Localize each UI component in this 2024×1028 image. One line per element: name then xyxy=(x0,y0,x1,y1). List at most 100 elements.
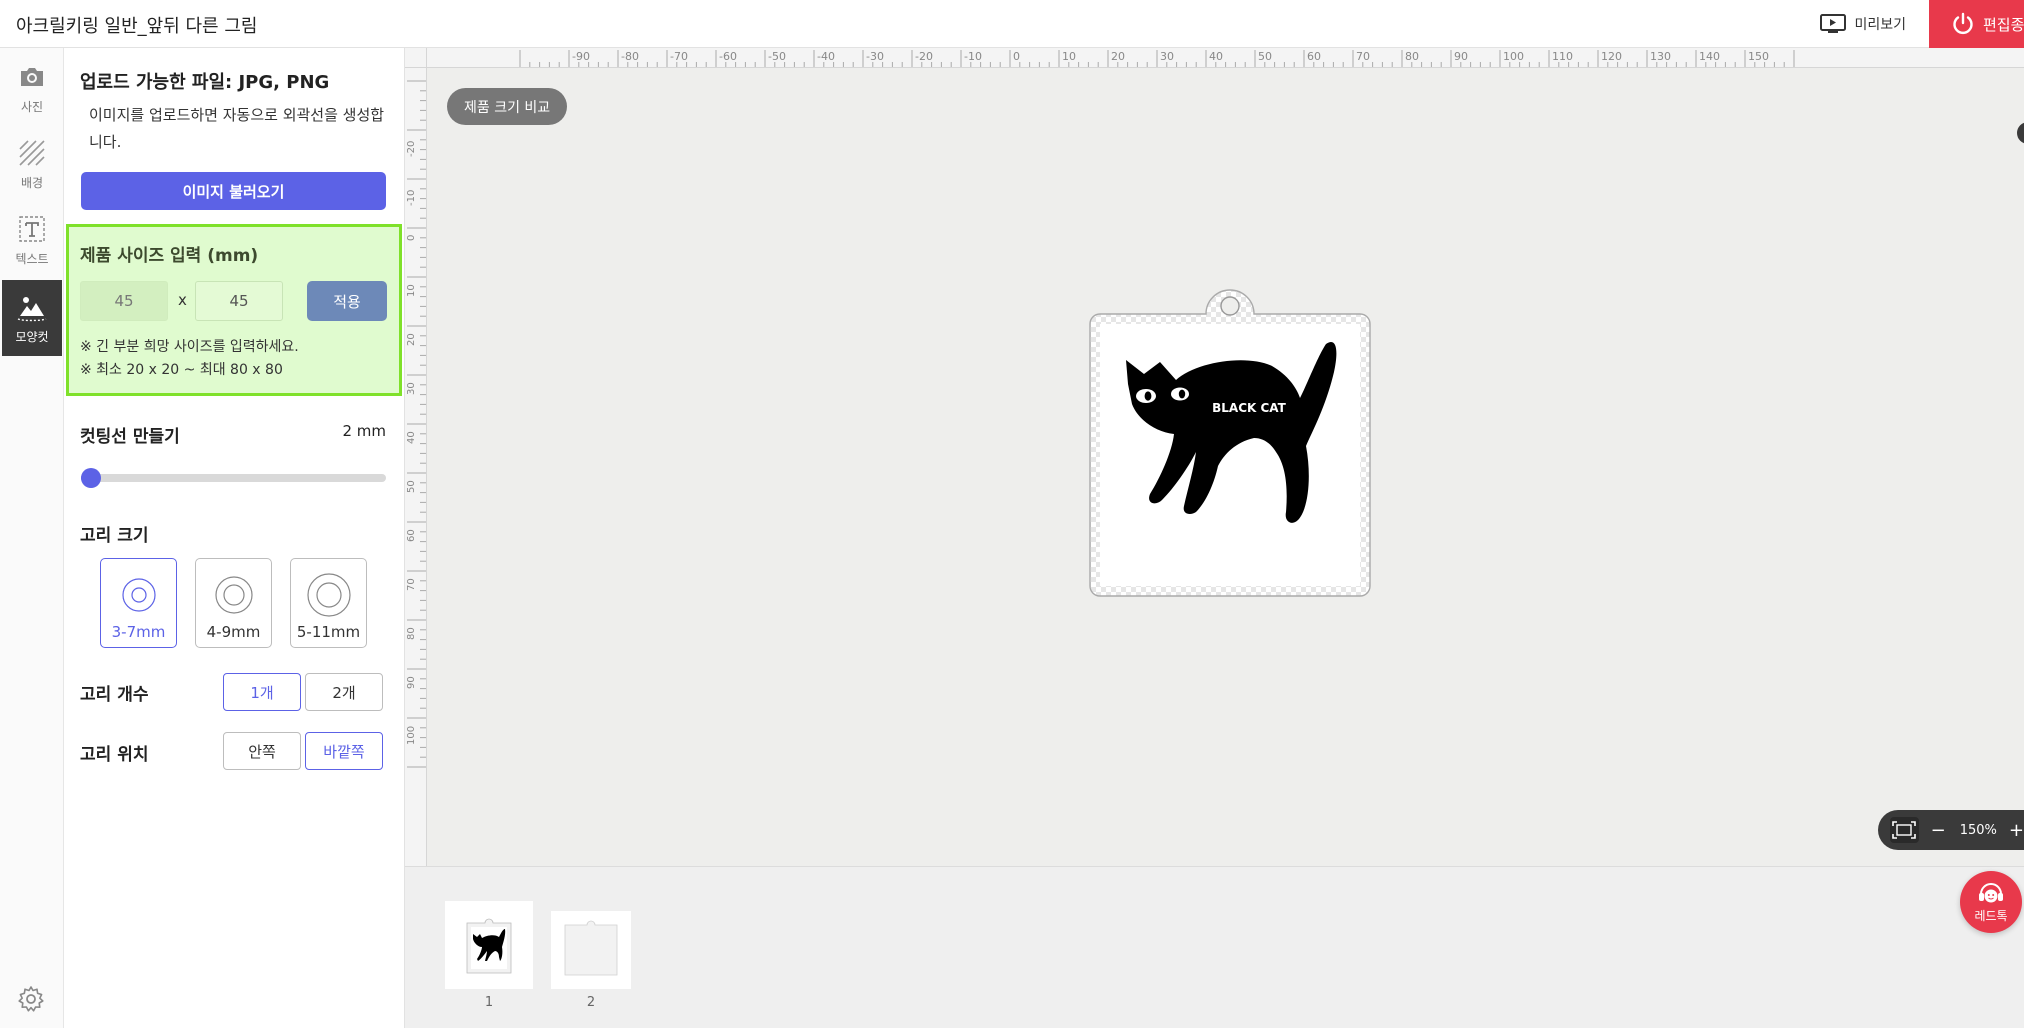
fit-screen-button[interactable] xyxy=(1890,817,1919,843)
ring-size-option-medium[interactable]: 4-9mm xyxy=(195,558,272,648)
rail-item-background[interactable]: 배경 xyxy=(0,126,64,202)
size-note-2: ※ 최소 20 x 20 ~ 최대 80 x 80 xyxy=(80,362,283,378)
shape-cut-icon xyxy=(17,296,47,321)
exit-edit-label: 편집종료 xyxy=(1983,15,2024,34)
ruler-label: 40 xyxy=(1209,50,1223,63)
ruler-label: 60 xyxy=(1307,50,1321,63)
camera-icon xyxy=(21,67,43,86)
ruler-label: 110 xyxy=(1552,50,1573,63)
preview-label: 미리보기 xyxy=(1854,17,1906,33)
cutline-slider-thumb[interactable] xyxy=(81,468,101,488)
app-header: 아크릴키링 일반_앞뒤 다른 그림 미리보기 편집종료 xyxy=(0,0,2024,48)
ruler-label: -20 xyxy=(915,50,933,63)
upload-description: 이미지를 업로드하면 자동으로 외곽선을 생성합니다. xyxy=(89,106,385,151)
gear-icon[interactable] xyxy=(16,984,46,1014)
product-size-section: 제품 사이즈 입력 (mm) 45 x 45 적용 ※ 긴 부분 희망 사이즈를… xyxy=(66,224,402,396)
ruler-label: 60 xyxy=(406,529,417,542)
ruler-label: 90 xyxy=(406,676,417,689)
size-separator: x xyxy=(178,291,187,309)
ruler-label: 70 xyxy=(1356,50,1370,63)
width-input[interactable]: 45 xyxy=(80,281,168,321)
rail-item-photo[interactable]: 사진 xyxy=(0,50,64,126)
ruler-label: 120 xyxy=(1601,50,1622,63)
ruler-label: 30 xyxy=(1160,50,1174,63)
ruler-label: 30 xyxy=(406,382,417,395)
ruler-label: -20 xyxy=(406,140,417,157)
ruler-label: 50 xyxy=(406,480,417,493)
ring-size-label: 3-7mm xyxy=(111,623,166,641)
size-title: 제품 사이즈 입력 (mm) xyxy=(80,246,259,266)
zoom-in-button[interactable]: + xyxy=(2009,820,2024,841)
ring-size-option-large[interactable]: 5-11mm xyxy=(290,558,367,648)
ruler-label: -30 xyxy=(866,50,884,63)
rail-item-shape-cut[interactable]: 모양컷 xyxy=(2,280,62,356)
zoom-level: 150% xyxy=(1959,822,1997,838)
power-icon xyxy=(1953,12,1973,35)
ruler-label: -10 xyxy=(964,50,982,63)
rail-item-label: 배경 xyxy=(20,175,44,190)
ring-count-two-button[interactable]: 2개 xyxy=(305,673,383,711)
size-note-1: ※ 긴 부분 희망 사이즈를 입력하세요. xyxy=(80,339,299,355)
ruler-label: 20 xyxy=(1111,50,1125,63)
ruler-corner xyxy=(405,48,427,68)
ruler-label: -90 xyxy=(572,50,590,63)
ring-position-title: 고리 위치 xyxy=(80,745,149,765)
text-box-icon xyxy=(19,215,45,242)
fit-screen-icon xyxy=(1892,821,1917,839)
document-title: 아크릴키링 일반_앞뒤 다른 그림 xyxy=(16,16,258,37)
ruler-label: -40 xyxy=(817,50,835,63)
ruler-label: 20 xyxy=(406,333,417,346)
ruler-label: 100 xyxy=(1503,50,1524,63)
cutline-slider[interactable] xyxy=(81,468,386,488)
ring-size-option-small[interactable]: 3-7mm xyxy=(100,558,177,648)
cat-label: BLACK CAT xyxy=(1212,401,1287,415)
ring-count-one-button[interactable]: 1개 xyxy=(223,673,301,711)
compare-size-button[interactable]: 제품 크기 비교 xyxy=(447,88,568,125)
preview-button[interactable]: 미리보기 xyxy=(1820,10,1906,38)
cutline-title: 컷팅선 만들기 xyxy=(80,427,180,447)
keyring-artwork[interactable]: BLACK CAT xyxy=(1086,282,1374,600)
vertical-ruler: -20 -10 0 10 20 30 40 50 60 70 80 90 100 xyxy=(405,48,427,866)
page-1-preview xyxy=(466,918,512,974)
shape-cut-panel: 업로드 가능한 파일: JPG, PNG 이미지를 업로드하면 자동으로 외곽선… xyxy=(64,48,405,1028)
rail-item-label: 텍스트 xyxy=(15,251,49,266)
rail-item-text[interactable]: 텍스트 xyxy=(0,202,64,278)
ruler-label: 100 xyxy=(406,725,417,745)
ring-size-title: 고리 크기 xyxy=(80,526,149,546)
ruler-label: 80 xyxy=(406,627,417,640)
zoom-controls: − 150% + xyxy=(1878,810,2024,850)
ring-large-icon xyxy=(306,573,351,617)
ruler-label: 90 xyxy=(1454,50,1468,63)
rail-item-label: 모양컷 xyxy=(15,329,49,344)
ring-position-inside-button[interactable]: 안쪽 xyxy=(223,732,301,770)
headset-chat-icon xyxy=(1979,882,2003,902)
chat-support-button[interactable]: 레드톡 xyxy=(1960,871,2022,933)
ring-count-title: 고리 개수 xyxy=(80,685,149,705)
ruler-label: -70 xyxy=(670,50,688,63)
ruler-label: 70 xyxy=(406,578,417,591)
ruler-label: 10 xyxy=(1062,50,1076,63)
apply-size-button[interactable]: 적용 xyxy=(307,281,387,321)
ruler-label: -10 xyxy=(406,189,417,206)
tool-rail: 사진 배경 텍스트 모양컷 xyxy=(0,48,64,1028)
zoom-out-button[interactable]: − xyxy=(1931,820,1946,841)
upload-title: 업로드 가능한 파일: JPG, PNG xyxy=(80,72,330,93)
ruler-label: 0 xyxy=(406,234,417,241)
ruler-label: 130 xyxy=(1650,50,1671,63)
ring-medium-icon xyxy=(214,576,253,614)
ruler-label: 80 xyxy=(1405,50,1419,63)
ruler-label: -50 xyxy=(768,50,786,63)
page-strip: 1 2 xyxy=(405,866,2024,1028)
load-image-button[interactable]: 이미지 불러오기 xyxy=(81,172,386,210)
page-thumbnail-2[interactable] xyxy=(551,911,631,989)
ring-position-outside-button[interactable]: 바깥쪽 xyxy=(305,732,383,770)
ruler-label: 140 xyxy=(1699,50,1720,63)
ring-small-icon xyxy=(121,578,156,612)
ring-size-label: 4-9mm xyxy=(206,623,261,641)
ruler-label: 50 xyxy=(1258,50,1272,63)
height-input[interactable]: 45 xyxy=(195,281,283,321)
page-thumbnail-1[interactable] xyxy=(445,901,533,989)
exit-edit-button[interactable]: 편집종료 xyxy=(1929,0,2024,48)
ruler-label: 40 xyxy=(406,431,417,444)
horizontal-ruler: -90 -80 -70 -60 -50 -40 -30 -20 -10 0 10 20 30 40 50 60… xyxy=(405,48,2024,68)
